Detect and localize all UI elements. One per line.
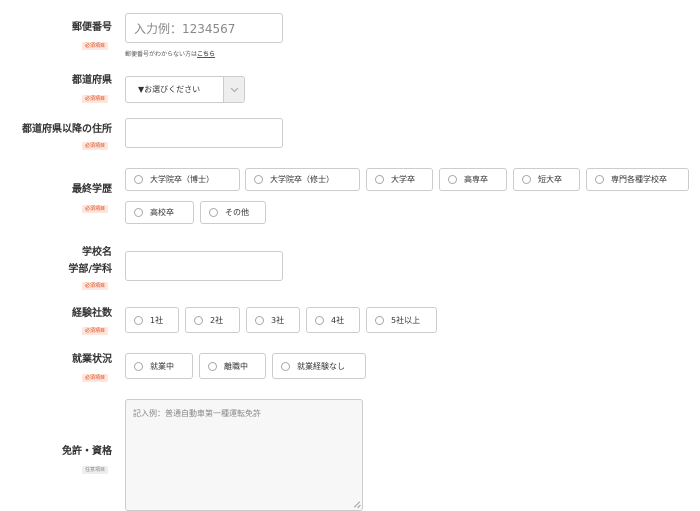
education-option-masters[interactable]: 大学院卒（修士） <box>245 168 360 191</box>
radio-circle-icon <box>134 175 143 184</box>
education-option-technical-college[interactable]: 高専卒 <box>439 168 507 191</box>
postal-label: 郵便番号 <box>72 22 112 33</box>
education-option-university[interactable]: 大学卒 <box>366 168 433 191</box>
radio-circle-icon <box>375 175 384 184</box>
required-badge: 必須項目 <box>81 95 108 103</box>
companies-option-2[interactable]: 2社 <box>185 307 240 333</box>
companies-option-3[interactable]: 3社 <box>246 307 300 333</box>
faculty-label: 学部/学科 <box>68 264 112 275</box>
radio-circle-icon <box>448 175 457 184</box>
postal-lookup-link[interactable]: こちら <box>197 51 215 58</box>
postal-note: 郵便番号がわからない方はこちら <box>125 49 215 58</box>
education-option-other[interactable]: その他 <box>200 201 266 224</box>
chevron-down-icon[interactable] <box>223 77 244 102</box>
education-option-vocational[interactable]: 専門各種学校卒 <box>586 168 689 191</box>
companies-option-5plus[interactable]: 5社以上 <box>366 307 437 333</box>
education-option-high-school[interactable]: 高校卒 <box>125 201 194 224</box>
employment-option-no-experience[interactable]: 就業経験なし <box>272 353 366 379</box>
radio-circle-icon <box>254 175 263 184</box>
address-input[interactable] <box>125 118 283 148</box>
license-textarea[interactable]: 記入例：普通自動車第一種運転免許 <box>125 399 363 511</box>
prefecture-selected-value: ▼お選びください <box>138 85 201 94</box>
optional-badge: 任意項目 <box>81 466 108 474</box>
license-label: 免許・資格 <box>62 446 112 457</box>
employment-option-unemployed[interactable]: 離職中 <box>199 353 266 379</box>
required-badge: 必須項目 <box>81 42 108 50</box>
postal-note-text: 郵便番号がわからない方は <box>125 51 198 58</box>
radio-circle-icon <box>134 208 143 217</box>
employment-label: 就業状況 <box>72 354 112 365</box>
education-option-junior-college[interactable]: 短大卒 <box>513 168 580 191</box>
radio-circle-icon <box>315 315 324 325</box>
radio-circle-icon <box>281 361 290 371</box>
required-badge: 必須項目 <box>81 327 108 335</box>
prefecture-select[interactable]: ▼お選びください <box>125 76 245 103</box>
employment-option-employed[interactable]: 就業中 <box>125 353 193 379</box>
required-badge: 必須項目 <box>81 205 108 213</box>
resize-grip-icon[interactable] <box>353 501 360 508</box>
radio-circle-icon <box>134 361 143 371</box>
prefecture-label: 都道府県 <box>72 75 112 86</box>
radio-circle-icon <box>595 175 604 184</box>
required-badge: 必須項目 <box>81 374 108 382</box>
required-badge: 必須項目 <box>81 142 108 150</box>
required-badge: 必須項目 <box>81 282 108 290</box>
radio-circle-icon <box>208 361 217 371</box>
school-input[interactable] <box>125 251 283 281</box>
postal-input[interactable]: 入力例：1234567 <box>125 13 283 43</box>
radio-circle-icon <box>255 315 264 325</box>
radio-circle-icon <box>134 315 143 325</box>
companies-option-1[interactable]: 1社 <box>125 307 179 333</box>
license-placeholder: 記入例：普通自動車第一種運転免許 <box>133 409 261 418</box>
companies-label: 経験社数 <box>72 308 112 319</box>
education-label: 最終学歴 <box>72 184 112 195</box>
radio-circle-icon <box>209 208 218 217</box>
address-label: 都道府県以降の住所 <box>22 124 112 135</box>
radio-circle-icon <box>375 315 384 325</box>
radio-circle-icon <box>194 315 203 325</box>
radio-circle-icon <box>522 175 531 184</box>
education-option-phd[interactable]: 大学院卒（博士） <box>125 168 240 191</box>
school-label: 学校名 <box>82 247 112 258</box>
companies-option-4[interactable]: 4社 <box>306 307 360 333</box>
